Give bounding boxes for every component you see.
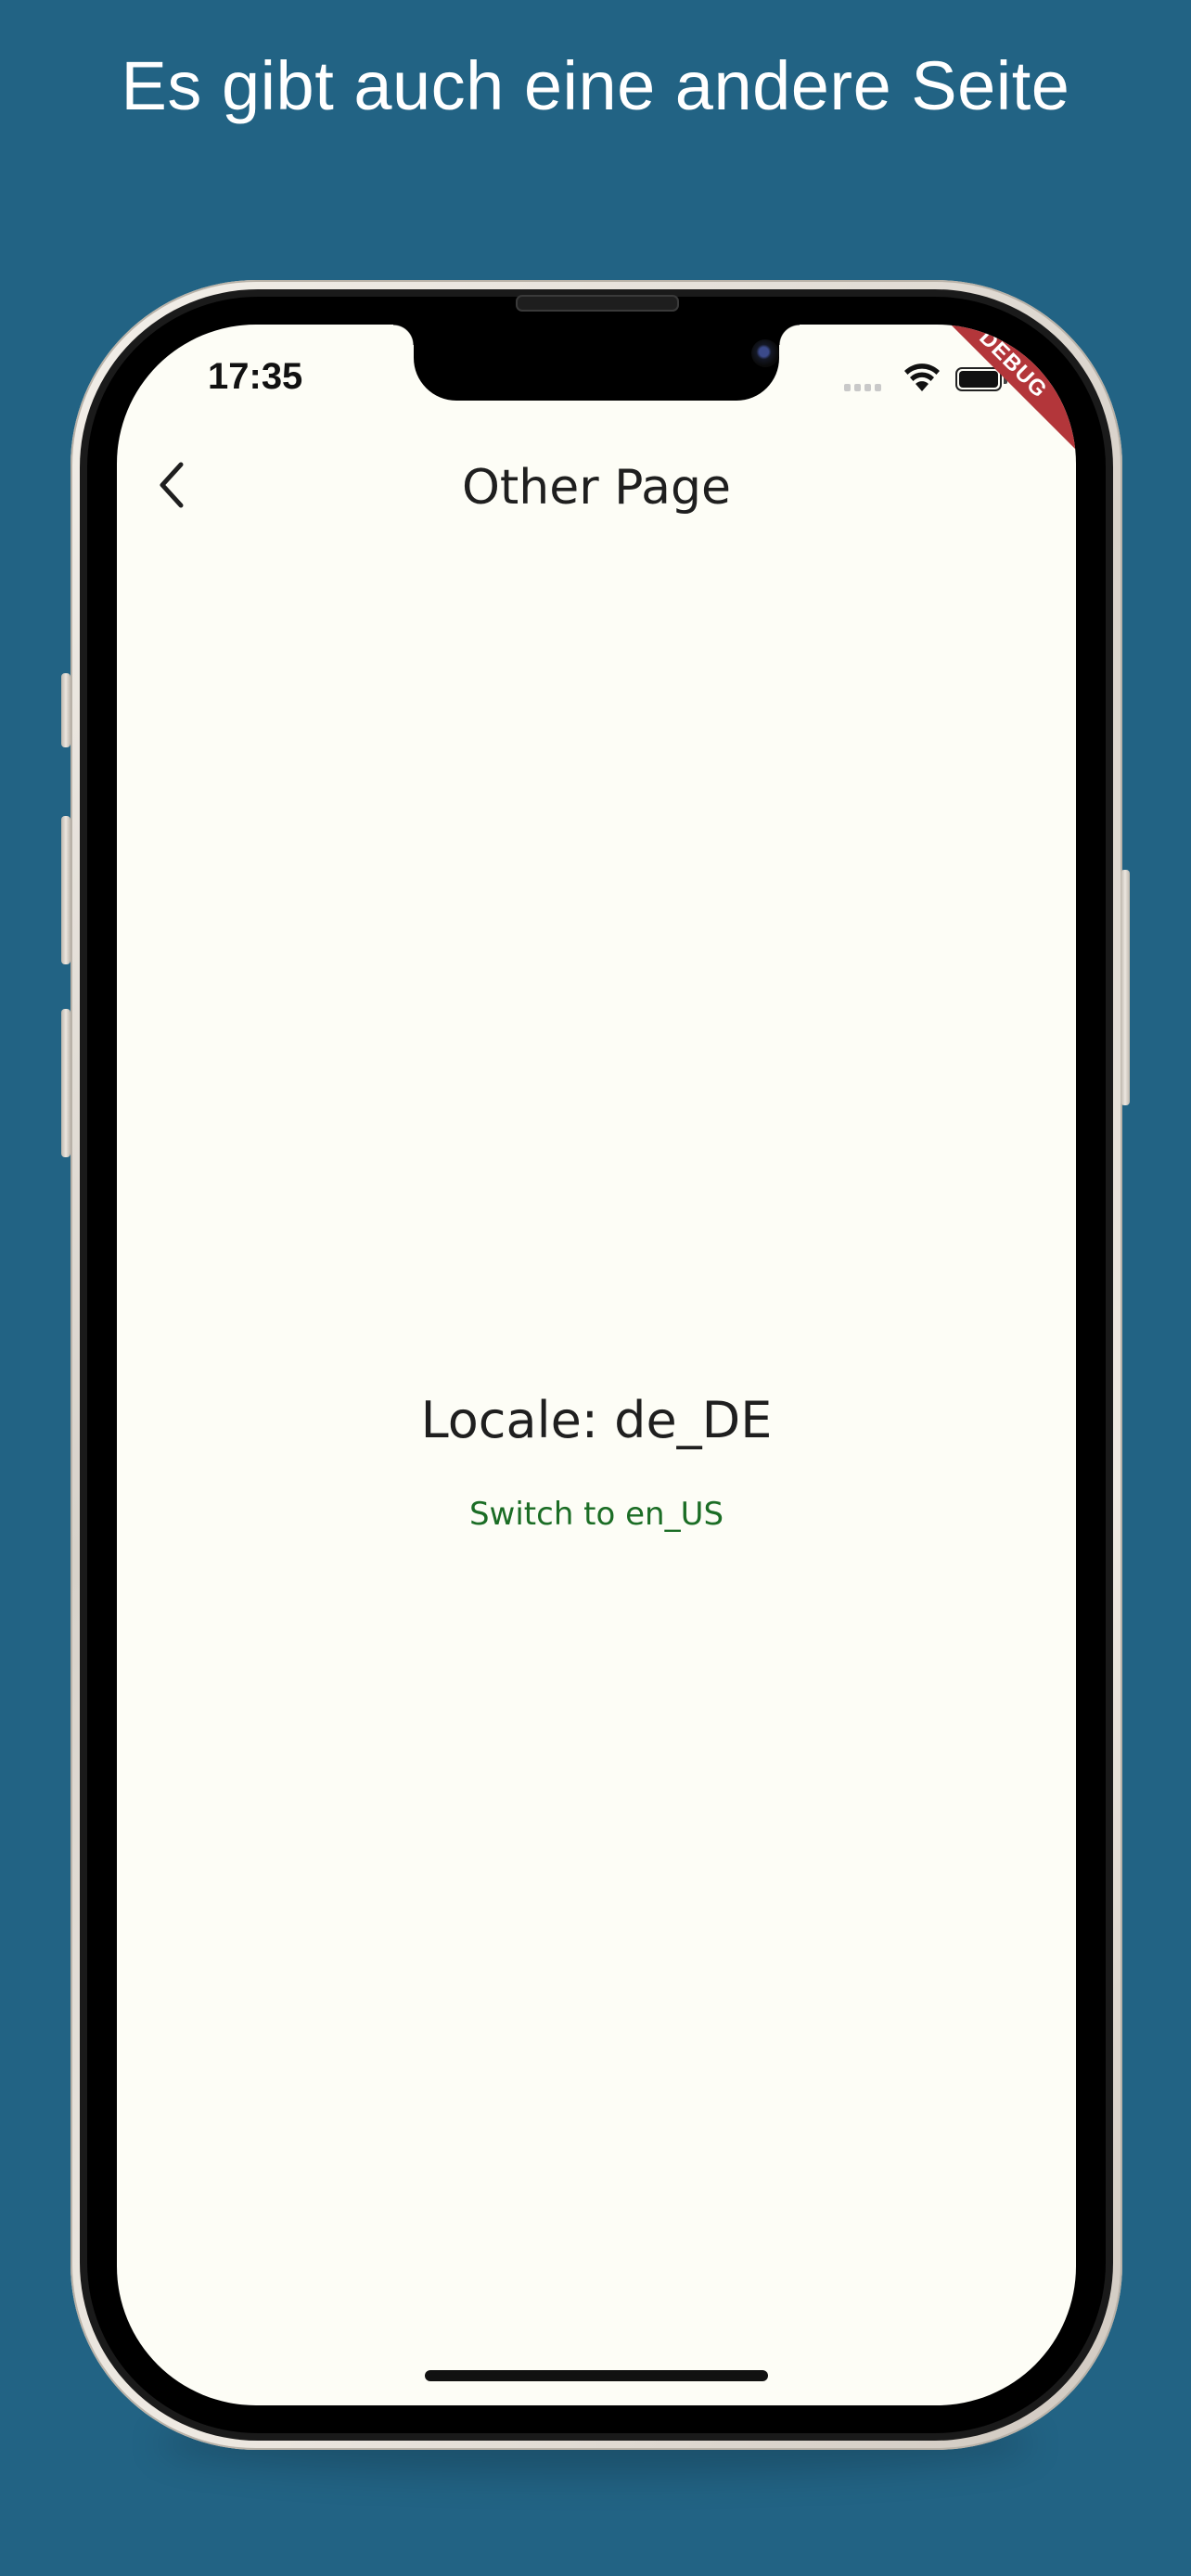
phone-notch [393,325,800,401]
battery-icon [955,367,1002,391]
phone-power-button [1121,870,1130,1105]
phone-silent-switch [61,673,70,747]
status-bar-time: 17:35 [208,356,303,397]
phone-speaker [516,295,679,312]
home-indicator[interactable] [425,2370,768,2381]
promo-headline: Es gibt auch eine andere Seite [121,47,1070,124]
locale-label: Locale: de_DE [420,1391,773,1449]
switch-locale-button[interactable]: Switch to en_US [355,1482,838,1547]
phone-screen: 17:35 DEBUG Other Page Locale: de_DE Swi… [117,325,1076,2405]
phone-volume-up-button [61,816,70,964]
wifi-icon [904,363,940,391]
phone-volume-down-button [61,1009,70,1157]
page-title: Other Page [461,460,732,516]
app-bar: Other Page [117,436,1076,540]
front-camera [751,339,779,367]
cellular-signal-icon [844,384,881,391]
